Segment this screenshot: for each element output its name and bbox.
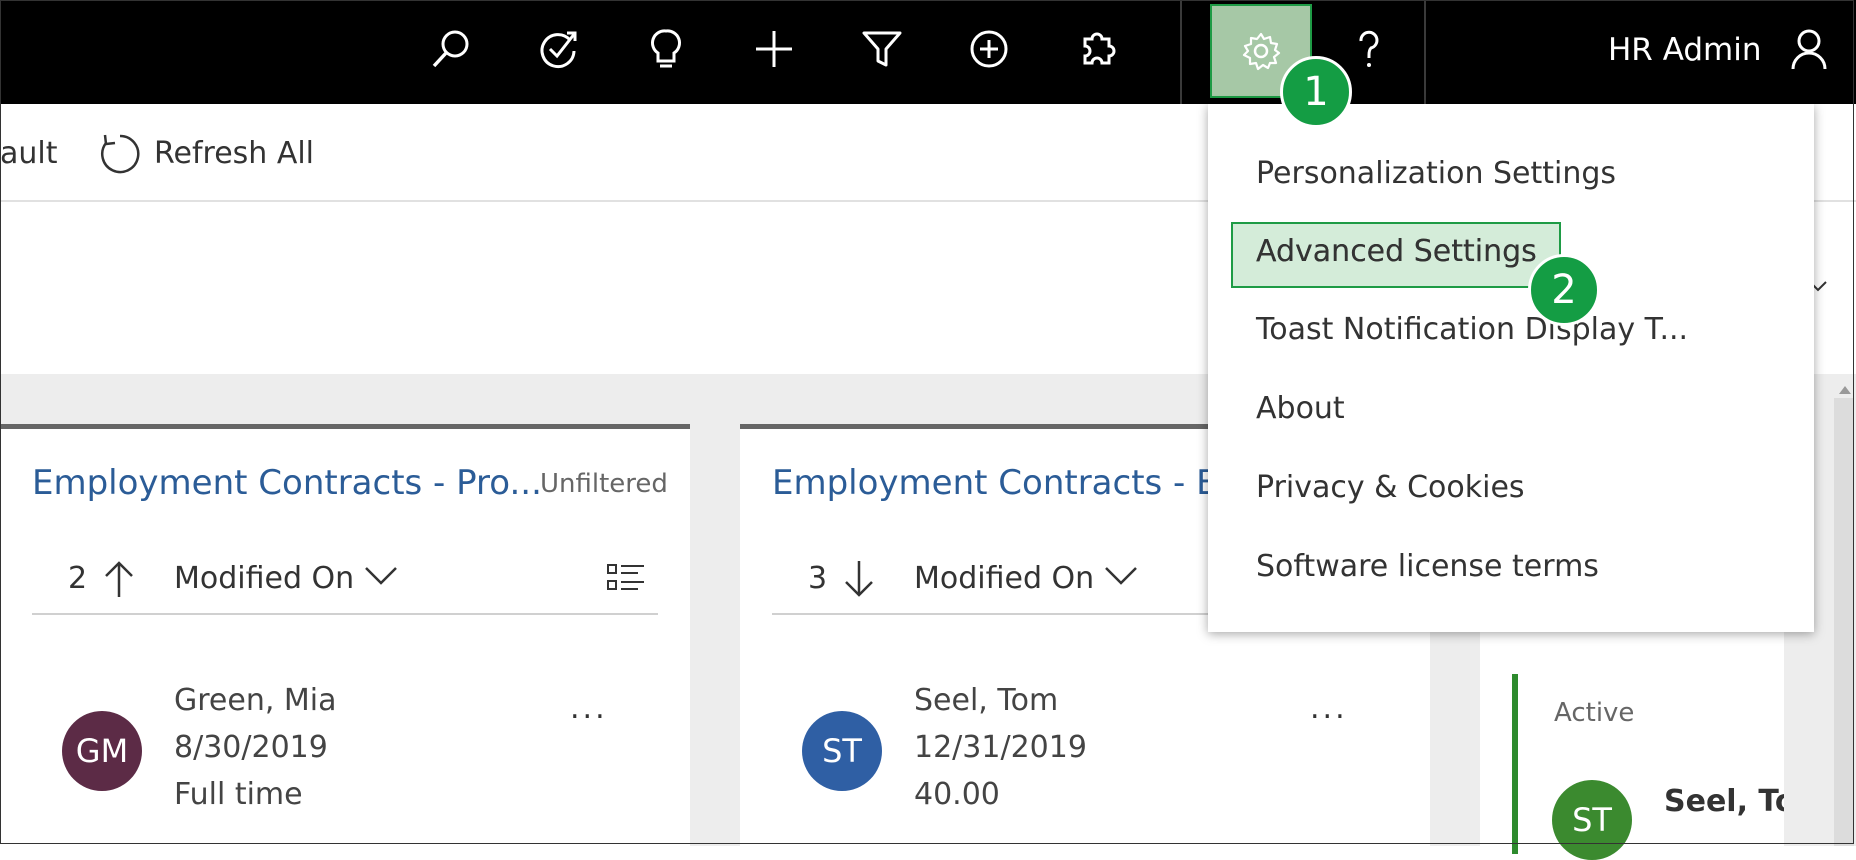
help-icon[interactable] xyxy=(1342,22,1396,76)
more-options-button[interactable]: ... xyxy=(1310,691,1348,726)
gear-icon xyxy=(1242,32,1281,71)
sort-count: 3 xyxy=(808,561,828,596)
record-detail: Full time xyxy=(174,777,303,812)
dashboard-card: Employment Contracts - Pro... Unfiltered… xyxy=(0,424,690,859)
plus-icon[interactable] xyxy=(747,22,801,76)
avatar: ST xyxy=(1552,780,1632,860)
lightbulb-icon[interactable] xyxy=(639,22,693,76)
avatar: GM xyxy=(62,711,142,791)
search-icon[interactable] xyxy=(424,22,478,76)
avatar-initials: ST xyxy=(1572,801,1612,839)
record-detail: 40.00 xyxy=(914,777,1000,812)
record-date: 8/30/2019 xyxy=(174,730,328,765)
puzzle-icon[interactable] xyxy=(1070,22,1124,76)
settings-menu: Personalization Settings Advanced Settin… xyxy=(1208,104,1814,632)
sort-row: 2 Modified On xyxy=(68,559,658,599)
chevron-down-icon[interactable] xyxy=(364,561,398,596)
toolbar-separator xyxy=(1180,0,1182,104)
menu-item-software-license-terms[interactable]: Software license terms xyxy=(1256,549,1599,584)
record-date: 12/31/2019 xyxy=(914,730,1087,765)
dashboard-card: Active ST Seel, Tor xyxy=(1480,620,1784,860)
sort-field[interactable]: Modified On xyxy=(914,561,1094,596)
arrow-down-icon[interactable] xyxy=(842,559,876,607)
sort-count: 2 xyxy=(68,561,88,596)
callout-number: 2 xyxy=(1551,267,1577,313)
user-name[interactable]: HR Admin xyxy=(1608,32,1762,68)
sort-field[interactable]: Modified On xyxy=(174,561,354,596)
arrow-up-icon[interactable] xyxy=(102,559,136,607)
refresh-all-button[interactable]: Refresh All xyxy=(154,136,314,171)
user-icon[interactable] xyxy=(1782,22,1836,76)
avatar-initials: ST xyxy=(822,732,862,770)
status-label: Active xyxy=(1554,698,1635,728)
menu-item-personalization-settings[interactable]: Personalization Settings xyxy=(1256,156,1616,191)
toolbar-separator xyxy=(1424,0,1426,104)
status-accent-bar xyxy=(1512,674,1518,854)
add-circle-icon[interactable] xyxy=(962,22,1016,76)
record-name[interactable]: Seel, Tom xyxy=(914,683,1058,718)
card-title[interactable]: Employment Contracts - Pro... xyxy=(32,463,542,503)
avatar: ST xyxy=(802,711,882,791)
chevron-down-icon[interactable] xyxy=(1104,561,1138,596)
set-default-button-label[interactable]: ault xyxy=(0,136,58,171)
vertical-scrollbar[interactable] xyxy=(1834,398,1854,846)
menu-item-about[interactable]: About xyxy=(1256,391,1345,426)
card-title[interactable]: Employment Contracts - En xyxy=(772,463,1239,503)
advanced-settings-highlight-label[interactable]: Advanced Settings xyxy=(1256,234,1537,269)
task-icon[interactable] xyxy=(532,22,586,76)
refresh-icon[interactable] xyxy=(98,132,142,180)
step-2-callout: 2 xyxy=(1528,254,1600,326)
more-options-button[interactable]: ... xyxy=(570,691,608,726)
list-view-icon[interactable] xyxy=(606,561,646,601)
divider xyxy=(32,613,658,615)
menu-item-privacy-cookies[interactable]: Privacy & Cookies xyxy=(1256,470,1525,505)
callout-number: 1 xyxy=(1303,69,1329,115)
top-navigation-bar: HR Admin xyxy=(0,0,1856,104)
avatar-initials: GM xyxy=(75,732,129,770)
filter-icon[interactable] xyxy=(855,22,909,76)
filter-status: Unfiltered xyxy=(540,469,668,499)
menu-item-toast-notification-display[interactable]: Toast Notification Display T... xyxy=(1256,312,1688,347)
scroll-up-arrow-icon[interactable] xyxy=(1838,380,1852,399)
record-name[interactable]: Green, Mia xyxy=(174,683,337,718)
record-name[interactable]: Seel, Tor xyxy=(1664,784,1784,819)
step-1-callout: 1 xyxy=(1280,56,1352,128)
